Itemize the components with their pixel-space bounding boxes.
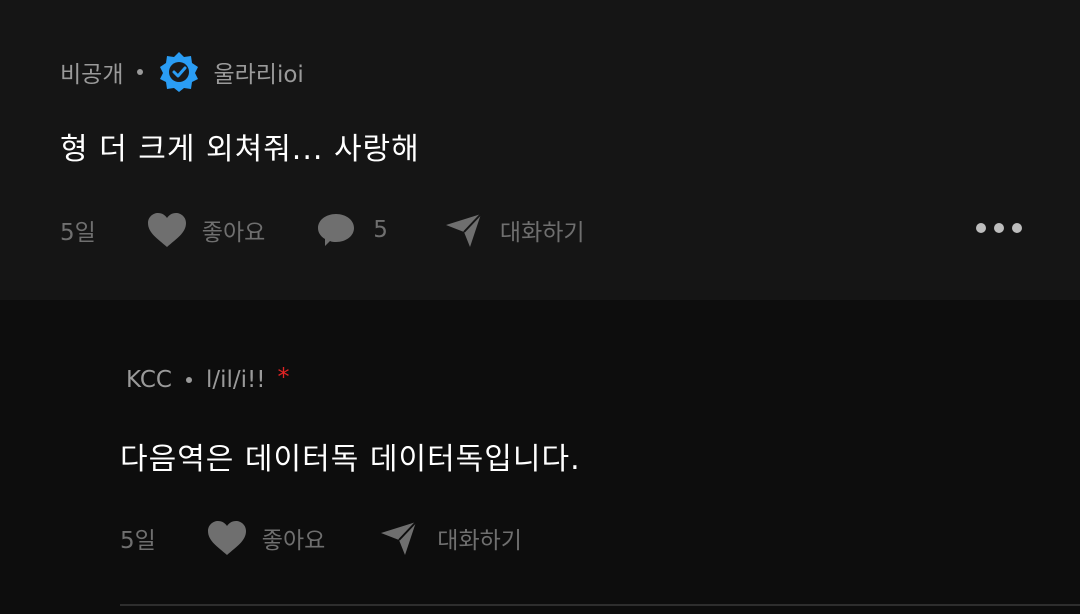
chat-button[interactable]: 대화하기 [379,519,522,557]
divider [120,604,1080,606]
send-icon [381,521,418,555]
dot-icon [994,223,1004,233]
like-button[interactable]: 좋아요 [146,211,265,249]
heart-icon [207,521,246,555]
comment-meta: 비공개 울라리ioi [60,50,304,94]
more-options-icon[interactable] [976,223,1022,233]
reply-time: 5일 [120,528,156,554]
dot-icon [1012,223,1022,233]
reply-meta: KCC l/il/i!! * [126,362,289,398]
comment-card: 비공개 울라리ioi 형 더 크게 외쳐줘... 사랑해 5일 좋아요 5 대화… [0,0,1080,300]
chat-label: 대화하기 [437,528,522,554]
speech-bubble-icon [318,214,355,246]
separator-dot [137,69,144,75]
reply-count: 5 [373,217,388,243]
like-label: 좋아요 [261,528,326,554]
like-label: 좋아요 [201,220,266,246]
send-icon [445,213,482,247]
reply-group: KCC [126,367,172,393]
reply-count-button[interactable]: 5 [315,211,388,249]
comment-actions: 5일 좋아요 5 대화하기 [60,208,585,252]
comment-time: 5일 [60,220,96,246]
like-button[interactable]: 좋아요 [206,519,325,557]
comment-text: 형 더 크게 외쳐줘... 사랑해 [60,132,420,167]
star-mark: * [277,363,290,391]
reply-author[interactable]: l/il/i!! [206,367,266,393]
heart-icon [147,213,186,247]
visibility-label: 비공개 [60,62,124,88]
reply-actions: 5일 좋아요 대화하기 [120,516,522,560]
reply-section: KCC l/il/i!! * 다음역은 데이터독 데이터독입니다. 5일 좋아요… [0,300,1080,614]
verified-badge-icon [160,52,199,92]
reply-text: 다음역은 데이터독 데이터독입니다. [120,442,581,477]
chat-label: 대화하기 [499,220,585,246]
dot-icon [976,223,986,233]
comment-author[interactable]: 울라리ioi [213,55,303,89]
chat-button[interactable]: 대화하기 [444,211,585,249]
separator-dot [185,377,192,383]
